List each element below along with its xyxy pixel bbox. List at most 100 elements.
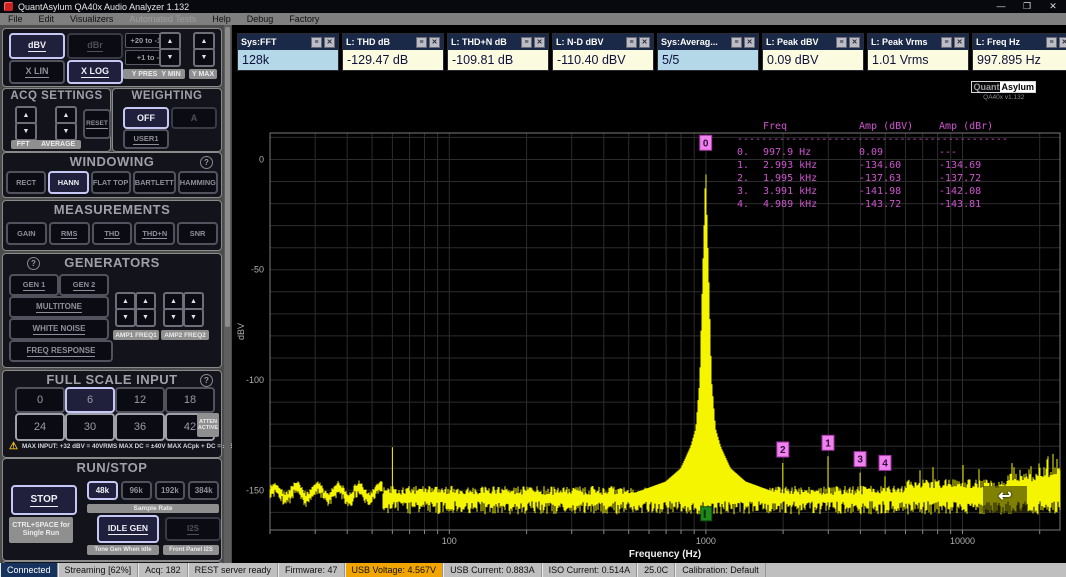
sidebar-scrollbar-thumb[interactable] [225, 27, 230, 327]
windowing-help-icon[interactable]: ? [200, 156, 213, 169]
freq1-spin-down-button[interactable]: ▼ [135, 308, 156, 327]
readout-menu-icon[interactable]: ≡ [626, 37, 637, 48]
close-button[interactable]: ✕ [1040, 0, 1066, 13]
sample-rate-48k-button[interactable]: 48k [87, 481, 118, 500]
measurement-thd-button[interactable]: THD [92, 222, 133, 245]
readout-menu-icon[interactable]: ≡ [416, 37, 427, 48]
gen2-button[interactable]: GEN 2 [59, 274, 109, 296]
windowing-flat-top-button[interactable]: FLAT TOP [91, 171, 131, 194]
readout-close-icon[interactable]: ✕ [639, 37, 650, 48]
amp1-freq1-label: AMP1 FREQ1 [113, 330, 159, 340]
measurement-gain-button[interactable]: GAIN [6, 222, 47, 245]
windowing-hann-button[interactable]: HANN [48, 171, 88, 194]
full-scale-0dbv-button[interactable]: 0 [15, 387, 65, 413]
readout-close-icon[interactable]: ✕ [534, 37, 545, 48]
readout-menu-icon[interactable]: ≡ [731, 37, 742, 48]
freq2-spin-down-button[interactable]: ▼ [183, 308, 204, 327]
readout-menu-icon[interactable]: ≡ [941, 37, 952, 48]
multitone-button[interactable]: MULTITONE [9, 296, 109, 318]
xlin-button[interactable]: X LIN [9, 60, 65, 84]
idle-gen-button[interactable]: IDLE GEN [97, 515, 159, 543]
gen2-label: GEN 2 [73, 280, 96, 291]
menu-factory[interactable]: Factory [281, 13, 327, 25]
sidebar-scrollbar[interactable] [224, 25, 231, 563]
weighting-a-button[interactable]: A [171, 107, 217, 129]
freq-response-button[interactable]: FREQ RESPONSE [9, 340, 113, 362]
amp1-spin-down-button[interactable]: ▼ [115, 308, 136, 327]
readout-close-icon[interactable]: ✕ [849, 37, 860, 48]
sample-rate-384k-button[interactable]: 384k [188, 481, 219, 500]
i2s-label: I2S [187, 524, 199, 535]
status-25-0c: 25.0C [637, 563, 675, 577]
windowing-bartlett-button[interactable]: BARTLETT [133, 171, 176, 194]
readout-menu-icon[interactable]: ≡ [1046, 37, 1057, 48]
measurement-snr-button[interactable]: SNR [177, 222, 218, 245]
y-max-spin-down-button[interactable]: ▼ [193, 48, 215, 67]
fft-spin-down-button[interactable]: ▼ [15, 122, 37, 141]
status-bar: ConnectedStreaming [62%]Acq: 182REST ser… [0, 563, 1066, 577]
harmonics-table-row-1: 1.2.993 kHz-134.60-134.69 [737, 159, 1019, 172]
readout-menu-icon[interactable]: ≡ [311, 37, 322, 48]
run-stop-title: RUN/STOP [3, 460, 221, 475]
readout-menu-icon[interactable]: ≡ [521, 37, 532, 48]
full-scale-24dbv-button[interactable]: 24 [15, 413, 65, 441]
xlog-button[interactable]: X LOG [67, 60, 123, 84]
readout-close-icon[interactable]: ✕ [1059, 37, 1066, 48]
sample-rate-96k-button[interactable]: 96k [121, 481, 152, 500]
full-scale-6dbv-button[interactable]: 6 [65, 387, 115, 413]
logo-quant: Quant [971, 81, 1000, 93]
menu-bar: FileEditVisualizersAutomated TestsHelpDe… [0, 13, 1066, 25]
menu-debug[interactable]: Debug [239, 13, 282, 25]
measurement-thd-n-button[interactable]: THD+N [134, 222, 175, 245]
readout-close-icon[interactable]: ✕ [954, 37, 965, 48]
svg-text:0: 0 [703, 138, 709, 149]
full-scale-12dbv-button[interactable]: 12 [115, 387, 165, 413]
sample-rate-192k-button[interactable]: 192k [155, 481, 186, 500]
full-scale-30dbv-button[interactable]: 30 [65, 413, 115, 441]
full-scale-18dbv-button[interactable]: 18 [165, 387, 215, 413]
weighting-off-button[interactable]: OFF [123, 107, 169, 129]
fundamental-cursor-marker[interactable] [701, 507, 712, 521]
gen1-button[interactable]: GEN 1 [9, 274, 59, 296]
weighting-user1-button[interactable]: USER1 [123, 129, 169, 149]
idle-gen-label: IDLE GEN [108, 523, 148, 535]
average-spin-down-button[interactable]: ▼ [55, 122, 77, 141]
atten-active-badge: ATTEN ACTIVE [197, 413, 219, 437]
header-amp-dbv: Amp (dBV) [859, 120, 939, 133]
windowing-hamming-button[interactable]: HAMMING [178, 171, 218, 194]
stop-button[interactable]: STOP [11, 485, 77, 515]
full-scale-36dbv-button[interactable]: 36 [115, 413, 165, 441]
fft-average-label: FFT AVERAGE [11, 140, 81, 149]
dbv-button[interactable]: dBV [9, 33, 65, 59]
readout-title: L: N-D dBV [556, 37, 624, 47]
average-label: AVERAGE [41, 141, 75, 148]
reset-button[interactable]: RESET [83, 109, 111, 139]
i2s-button[interactable]: I2S [165, 517, 221, 541]
maximize-button[interactable]: ❐ [1014, 0, 1040, 13]
menu-edit[interactable]: Edit [31, 13, 63, 25]
dbr-button[interactable]: dBr [67, 33, 123, 59]
fft-label: FFT [17, 141, 30, 148]
app-window: QuantAsylum QA40x Audio Analyzer 1.132 —… [0, 0, 1066, 577]
amp2-spin-down-button[interactable]: ▼ [163, 308, 184, 327]
menu-file[interactable]: File [0, 13, 31, 25]
readout-close-icon[interactable]: ✕ [429, 37, 440, 48]
zoom-out-button[interactable]: ↩ [983, 486, 1027, 513]
white-noise-button[interactable]: WHITE NOISE [9, 318, 109, 340]
readout-close-icon[interactable]: ✕ [744, 37, 755, 48]
measurement-rms-button[interactable]: RMS [49, 222, 90, 245]
full-scale-help-icon[interactable]: ? [200, 374, 213, 387]
menu-visualizers[interactable]: Visualizers [62, 13, 121, 25]
svg-text:10000: 10000 [950, 536, 975, 546]
svg-text:-150: -150 [246, 485, 264, 495]
windowing-rect-button[interactable]: RECT [6, 171, 46, 194]
generators-help-icon[interactable]: ? [27, 257, 40, 270]
readout-value: -109.81 dB [448, 50, 548, 70]
readout-close-icon[interactable]: ✕ [324, 37, 335, 48]
menu-help[interactable]: Help [204, 13, 239, 25]
sidebar: dBV dBr X LIN X LOG +20 to -160 +1 to -1… [0, 25, 232, 563]
y-min-spin-down-button[interactable]: ▼ [159, 48, 181, 67]
windowing-panel: WINDOWING ? RECTHANNFLAT TOPBARTLETTHAMM… [2, 152, 222, 198]
readout-menu-icon[interactable]: ≡ [836, 37, 847, 48]
minimize-button[interactable]: — [988, 0, 1014, 13]
